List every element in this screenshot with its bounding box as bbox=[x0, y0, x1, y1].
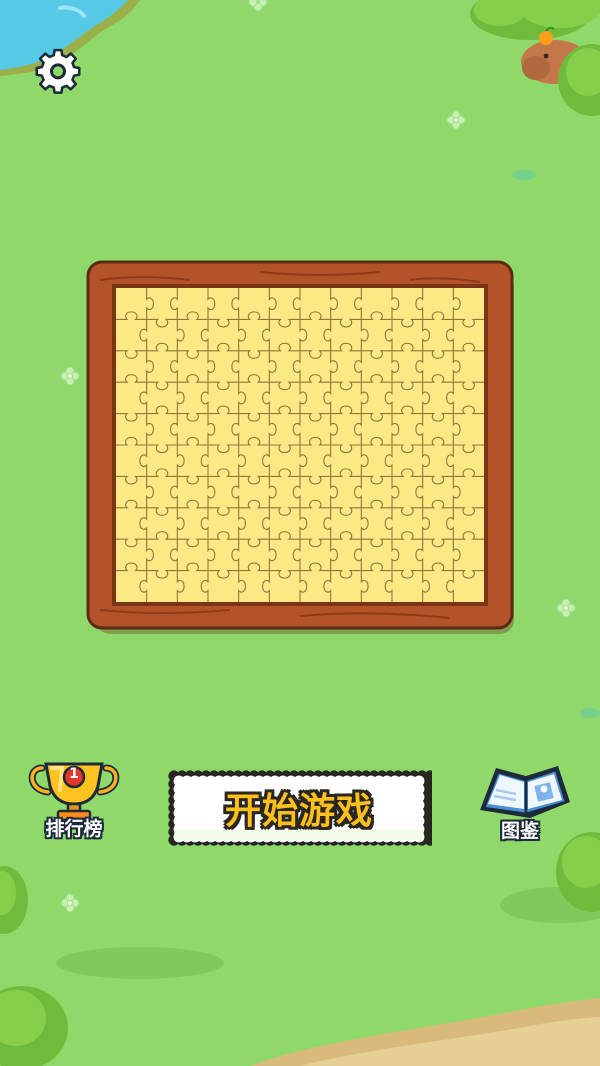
book-icon bbox=[480, 766, 570, 818]
puzzle-board bbox=[86, 260, 514, 634]
game-background bbox=[0, 0, 600, 1066]
gear-icon bbox=[35, 48, 81, 94]
grass-tuft bbox=[580, 708, 600, 718]
album-label: 图鉴 bbox=[500, 820, 539, 842]
leaderboard-label: 排行榜 bbox=[45, 818, 103, 840]
settings-button[interactable] bbox=[30, 44, 86, 100]
grass-tuft bbox=[512, 170, 536, 180]
start-game-button[interactable]: 开始游戏 bbox=[166, 768, 432, 848]
leaderboard-button[interactable]: 1 排行榜 bbox=[26, 760, 122, 840]
start-game-label: 开始游戏 bbox=[224, 791, 373, 832]
album-button[interactable]: 图鉴 bbox=[472, 762, 576, 842]
rank-badge: 1 bbox=[69, 766, 79, 782]
grass-shadow bbox=[56, 947, 224, 979]
